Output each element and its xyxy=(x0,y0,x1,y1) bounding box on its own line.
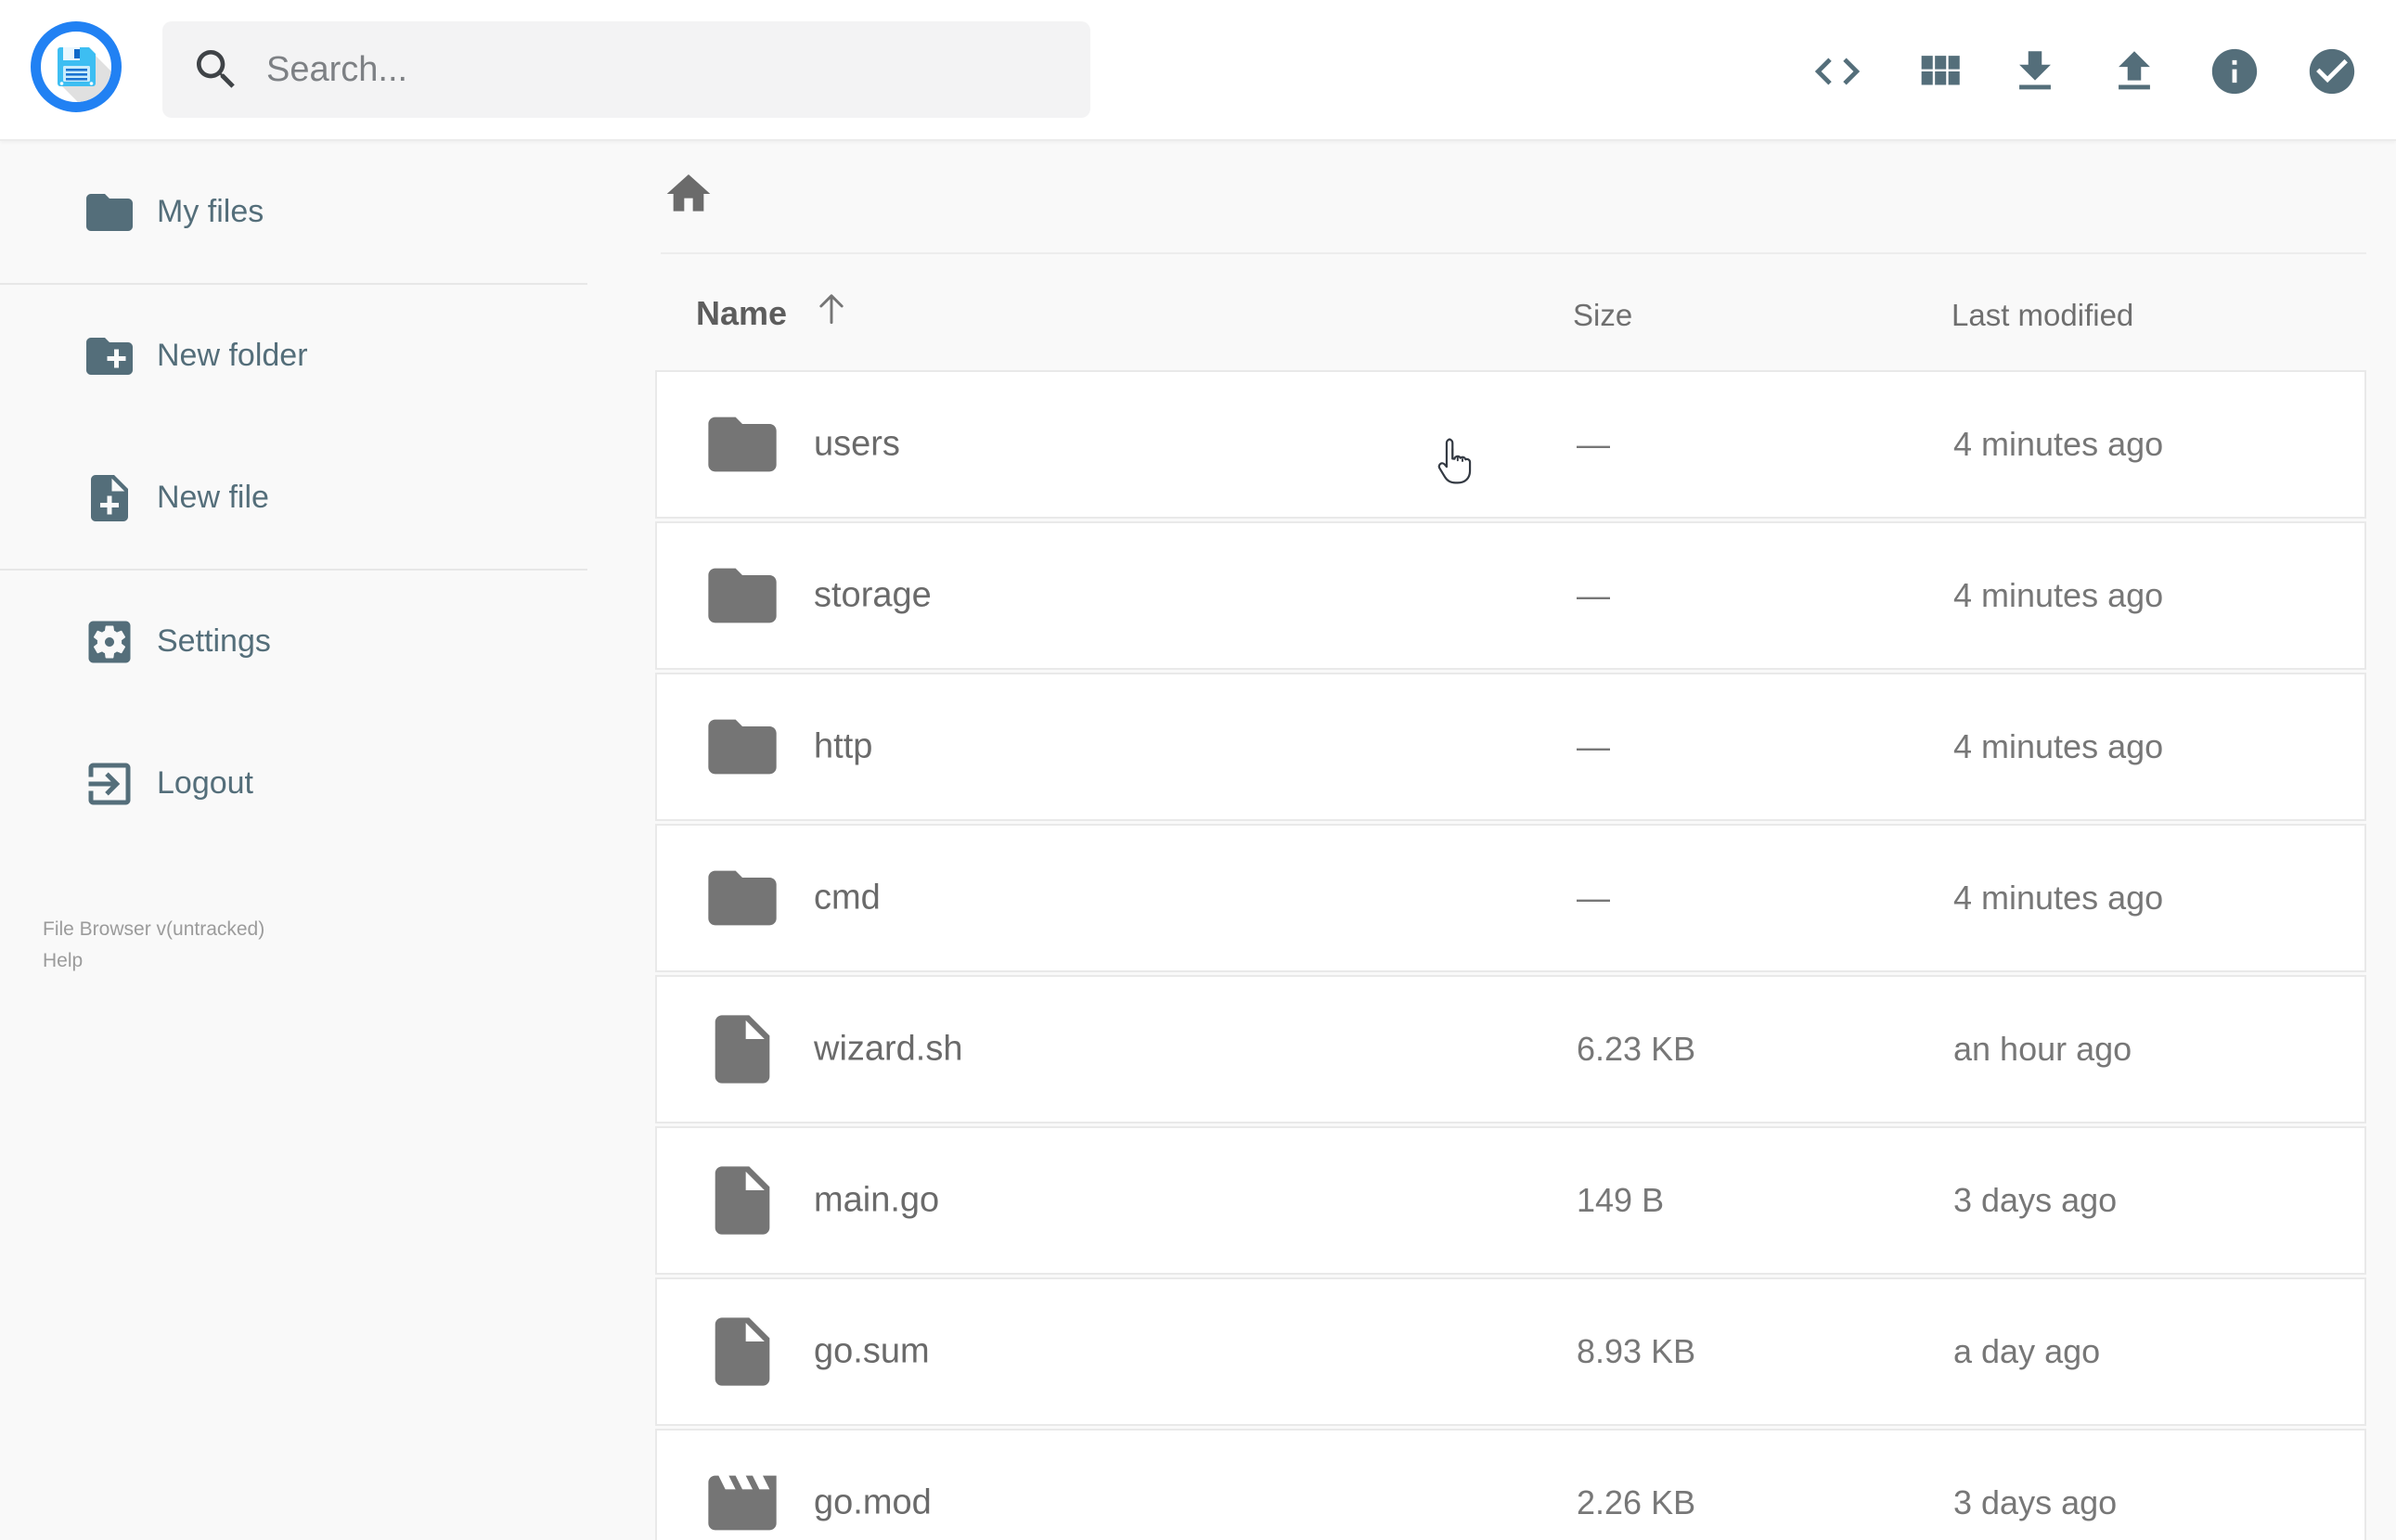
column-header-name[interactable]: Name xyxy=(696,294,787,333)
file-modified: 4 minutes ago xyxy=(1953,727,2164,765)
file-size: 149 B xyxy=(1577,1181,1665,1219)
new-file-icon xyxy=(41,470,137,526)
file-name: users xyxy=(814,424,900,464)
download-button[interactable] xyxy=(2008,45,2062,98)
sidebar-item-new-folder[interactable]: New folder xyxy=(0,285,587,427)
sidebar-item-label: Settings xyxy=(157,623,271,659)
folder-icon xyxy=(41,185,137,240)
file-row[interactable]: go.sum 8.93 KB a day ago xyxy=(655,1277,2366,1426)
home-icon xyxy=(663,168,715,220)
file-size: — xyxy=(1577,425,1610,463)
file-modified: 4 minutes ago xyxy=(1953,879,2164,917)
folder-icon xyxy=(702,404,783,485)
file-row[interactable]: storage — 4 minutes ago xyxy=(655,521,2366,670)
file-size: 2.26 KB xyxy=(1577,1483,1696,1521)
column-header-size[interactable]: Size xyxy=(1573,298,1632,333)
file-row[interactable]: main.go 149 B 3 days ago xyxy=(655,1126,2366,1275)
download-icon xyxy=(2008,45,2062,98)
info-icon xyxy=(2208,45,2261,98)
file-name: go.mod xyxy=(814,1482,932,1522)
sidebar-footer: File Browser v(untracked) Help xyxy=(43,914,264,977)
upload-icon xyxy=(2107,45,2161,98)
select-multiple-icon xyxy=(2305,45,2359,98)
sidebar-item-label: My files xyxy=(157,194,264,229)
file-size: 8.93 KB xyxy=(1577,1332,1696,1370)
file-name: cmd xyxy=(814,878,881,918)
sidebar-item-my-files[interactable]: My files xyxy=(0,141,587,283)
settings-icon xyxy=(41,614,137,670)
file-row[interactable]: wizard.sh 6.23 KB an hour ago xyxy=(655,975,2366,1123)
file-icon xyxy=(702,1008,783,1090)
sidebar-item-new-file[interactable]: New file xyxy=(0,427,587,569)
file-name: storage xyxy=(814,575,932,615)
file-name: http xyxy=(814,726,873,766)
folder-icon xyxy=(702,706,783,788)
sidebar-item-label: New folder xyxy=(157,338,308,373)
movie-icon xyxy=(702,1462,783,1540)
file-size: 6.23 KB xyxy=(1577,1030,1696,1068)
sort-ascending-icon[interactable] xyxy=(811,288,852,328)
file-listing: users — 4 minutes ago storage — 4 minutes ago… xyxy=(655,370,2366,1540)
switch-view-icon xyxy=(1913,45,1966,98)
breadcrumb-divider xyxy=(661,252,2366,254)
sidebar-item-label: Logout xyxy=(157,765,253,801)
sidebar: My files New folder New file Settings Logout… xyxy=(0,141,587,971)
file-modified: a day ago xyxy=(1953,1332,2101,1370)
file-size: — xyxy=(1577,576,1610,614)
file-modified: 3 days ago xyxy=(1953,1483,2118,1521)
info-button[interactable] xyxy=(2208,45,2261,98)
shell-icon xyxy=(1810,45,1864,98)
search-bar xyxy=(162,21,1090,118)
file-row[interactable]: users — 4 minutes ago xyxy=(655,370,2366,519)
file-modified: 4 minutes ago xyxy=(1953,425,2164,463)
file-name: go.sum xyxy=(814,1331,930,1371)
filebrowser-floppy-logo-icon xyxy=(41,32,111,102)
file-size: — xyxy=(1577,879,1610,917)
file-size: — xyxy=(1577,727,1610,765)
file-row[interactable]: http — 4 minutes ago xyxy=(655,673,2366,821)
file-modified: 4 minutes ago xyxy=(1953,576,2164,614)
sidebar-item-settings[interactable]: Settings xyxy=(0,571,587,712)
select-multiple-button[interactable] xyxy=(2305,45,2359,98)
file-row[interactable]: cmd — 4 minutes ago xyxy=(655,824,2366,972)
folder-icon xyxy=(702,555,783,636)
shell-button[interactable] xyxy=(1810,45,1864,98)
new-folder-icon xyxy=(41,328,137,384)
file-modified: an hour ago xyxy=(1953,1030,2132,1068)
sidebar-item-label: New file xyxy=(157,480,269,515)
help-link[interactable]: Help xyxy=(43,945,83,977)
upload-button[interactable] xyxy=(2107,45,2161,98)
folder-icon xyxy=(702,857,783,939)
switch-view-button[interactable] xyxy=(1913,45,1966,98)
breadcrumb-home-button[interactable] xyxy=(663,168,715,220)
top-bar xyxy=(0,0,2396,141)
column-header-modified[interactable]: Last modified xyxy=(1952,298,2133,333)
filebrowser-logo[interactable] xyxy=(31,21,122,112)
file-name: wizard.sh xyxy=(814,1029,963,1069)
logout-icon xyxy=(41,756,137,812)
app-version: File Browser v(untracked) xyxy=(43,918,265,940)
search-icon xyxy=(190,44,242,96)
sidebar-item-logout[interactable]: Logout xyxy=(0,712,587,854)
file-icon xyxy=(702,1311,783,1392)
file-icon xyxy=(702,1160,783,1241)
file-name: main.go xyxy=(814,1180,940,1220)
search-input[interactable] xyxy=(266,49,1063,90)
file-modified: 3 days ago xyxy=(1953,1181,2118,1219)
file-row[interactable]: go.mod 2.26 KB 3 days ago xyxy=(655,1429,2366,1540)
